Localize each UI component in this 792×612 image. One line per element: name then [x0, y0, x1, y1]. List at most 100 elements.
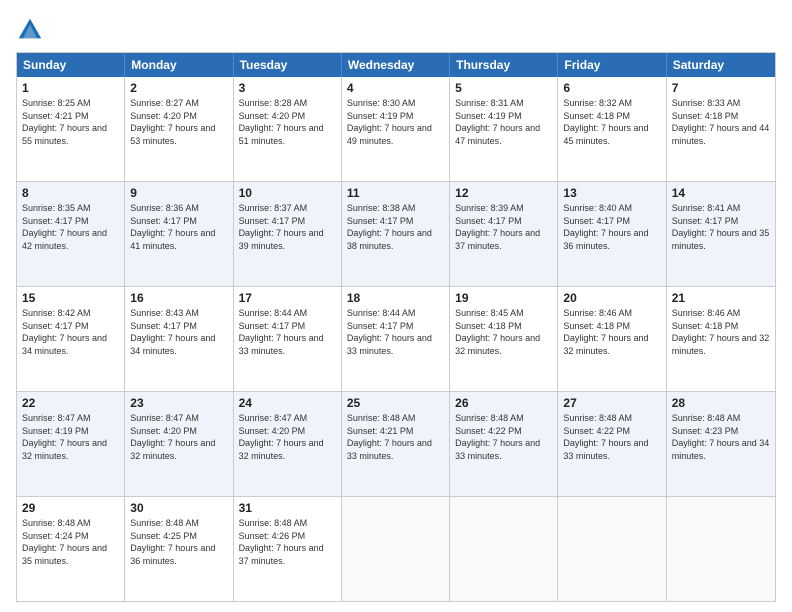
cell-details: Sunrise: 8:44 AMSunset: 4:17 PMDaylight:… — [347, 308, 432, 356]
calendar-cell: 11 Sunrise: 8:38 AMSunset: 4:17 PMDayligh… — [342, 182, 450, 286]
header — [16, 16, 776, 44]
day-number: 30 — [130, 501, 227, 515]
calendar-header: SundayMondayTuesdayWednesdayThursdayFrid… — [17, 53, 775, 77]
calendar-cell: 23 Sunrise: 8:47 AMSunset: 4:20 PMDayligh… — [125, 392, 233, 496]
day-number: 22 — [22, 396, 119, 410]
calendar-cell: 21 Sunrise: 8:46 AMSunset: 4:18 PMDayligh… — [667, 287, 775, 391]
weekday-header: Monday — [125, 53, 233, 77]
logo — [16, 16, 48, 44]
day-number: 1 — [22, 81, 119, 95]
logo-icon — [16, 16, 44, 44]
day-number: 19 — [455, 291, 552, 305]
day-number: 5 — [455, 81, 552, 95]
cell-details: Sunrise: 8:41 AMSunset: 4:17 PMDaylight:… — [672, 203, 770, 251]
day-number: 11 — [347, 186, 444, 200]
calendar-cell: 6Sunrise: 8:32 AMSunset: 4:18 PMDaylight… — [558, 77, 666, 181]
cell-details: Sunrise: 8:48 AMSunset: 4:24 PMDaylight:… — [22, 518, 107, 566]
calendar-row: 8 Sunrise: 8:35 AMSunset: 4:17 PMDaylight… — [17, 181, 775, 286]
calendar-cell: 28 Sunrise: 8:48 AMSunset: 4:23 PMDayligh… — [667, 392, 775, 496]
calendar-cell: 12Sunrise: 8:39 AMSunset: 4:17 PMDayligh… — [450, 182, 558, 286]
cell-details: Sunrise: 8:46 AMSunset: 4:18 PMDaylight:… — [672, 308, 770, 356]
calendar-cell: 31 Sunrise: 8:48 AMSunset: 4:26 PMDayligh… — [234, 497, 342, 601]
calendar-cell: 3Sunrise: 8:28 AMSunset: 4:20 PMDaylight… — [234, 77, 342, 181]
calendar-cell: 20 Sunrise: 8:46 AMSunset: 4:18 PMDayligh… — [558, 287, 666, 391]
cell-details: Sunrise: 8:43 AMSunset: 4:17 PMDaylight:… — [130, 308, 215, 356]
cell-details: Sunrise: 8:33 AMSunset: 4:18 PMDaylight:… — [672, 98, 770, 146]
calendar-cell: 29 Sunrise: 8:48 AMSunset: 4:24 PMDayligh… — [17, 497, 125, 601]
day-number: 21 — [672, 291, 770, 305]
calendar-cell: 7 Sunrise: 8:33 AMSunset: 4:18 PMDaylight… — [667, 77, 775, 181]
cell-details: Sunrise: 8:48 AMSunset: 4:26 PMDaylight:… — [239, 518, 324, 566]
cell-details: Sunrise: 8:48 AMSunset: 4:22 PMDaylight:… — [455, 413, 540, 461]
cell-details: Sunrise: 8:47 AMSunset: 4:19 PMDaylight:… — [22, 413, 107, 461]
cell-details: Sunrise: 8:32 AMSunset: 4:18 PMDaylight:… — [563, 98, 648, 146]
calendar-cell: 16Sunrise: 8:43 AMSunset: 4:17 PMDayligh… — [125, 287, 233, 391]
calendar-cell: 1Sunrise: 8:25 AMSunset: 4:21 PMDaylight… — [17, 77, 125, 181]
day-number: 17 — [239, 291, 336, 305]
day-number: 25 — [347, 396, 444, 410]
calendar-cell: 18 Sunrise: 8:44 AMSunset: 4:17 PMDayligh… — [342, 287, 450, 391]
day-number: 7 — [672, 81, 770, 95]
cell-details: Sunrise: 8:40 AMSunset: 4:17 PMDaylight:… — [563, 203, 648, 251]
calendar-cell: 2 Sunrise: 8:27 AMSunset: 4:20 PMDaylight… — [125, 77, 233, 181]
calendar-cell: 26 Sunrise: 8:48 AMSunset: 4:22 PMDayligh… — [450, 392, 558, 496]
cell-details: Sunrise: 8:46 AMSunset: 4:18 PMDaylight:… — [563, 308, 648, 356]
day-number: 23 — [130, 396, 227, 410]
day-number: 27 — [563, 396, 660, 410]
calendar-cell: 25 Sunrise: 8:48 AMSunset: 4:21 PMDayligh… — [342, 392, 450, 496]
cell-details: Sunrise: 8:47 AMSunset: 4:20 PMDaylight:… — [130, 413, 215, 461]
calendar-cell-empty — [450, 497, 558, 601]
weekday-header: Wednesday — [342, 53, 450, 77]
cell-details: Sunrise: 8:28 AMSunset: 4:20 PMDaylight:… — [239, 98, 324, 146]
calendar-cell-empty — [342, 497, 450, 601]
cell-details: Sunrise: 8:38 AMSunset: 4:17 PMDaylight:… — [347, 203, 432, 251]
calendar-body: 1Sunrise: 8:25 AMSunset: 4:21 PMDaylight… — [17, 77, 775, 601]
day-number: 28 — [672, 396, 770, 410]
calendar-cell: 15Sunrise: 8:42 AMSunset: 4:17 PMDayligh… — [17, 287, 125, 391]
cell-details: Sunrise: 8:39 AMSunset: 4:17 PMDaylight:… — [455, 203, 540, 251]
day-number: 29 — [22, 501, 119, 515]
cell-details: Sunrise: 8:31 AMSunset: 4:19 PMDaylight:… — [455, 98, 540, 146]
weekday-header: Tuesday — [234, 53, 342, 77]
day-number: 15 — [22, 291, 119, 305]
cell-details: Sunrise: 8:48 AMSunset: 4:22 PMDaylight:… — [563, 413, 648, 461]
day-number: 2 — [130, 81, 227, 95]
day-number: 20 — [563, 291, 660, 305]
cell-details: Sunrise: 8:37 AMSunset: 4:17 PMDaylight:… — [239, 203, 324, 251]
cell-details: Sunrise: 8:35 AMSunset: 4:17 PMDaylight:… — [22, 203, 107, 251]
day-number: 26 — [455, 396, 552, 410]
calendar-cell: 17 Sunrise: 8:44 AMSunset: 4:17 PMDayligh… — [234, 287, 342, 391]
cell-details: Sunrise: 8:36 AMSunset: 4:17 PMDaylight:… — [130, 203, 215, 251]
calendar-cell: 19Sunrise: 8:45 AMSunset: 4:18 PMDayligh… — [450, 287, 558, 391]
calendar-row: 22 Sunrise: 8:47 AMSunset: 4:19 PMDayligh… — [17, 391, 775, 496]
weekday-header: Friday — [558, 53, 666, 77]
weekday-header: Sunday — [17, 53, 125, 77]
day-number: 8 — [22, 186, 119, 200]
calendar-cell-empty — [558, 497, 666, 601]
calendar-cell: 8 Sunrise: 8:35 AMSunset: 4:17 PMDaylight… — [17, 182, 125, 286]
cell-details: Sunrise: 8:47 AMSunset: 4:20 PMDaylight:… — [239, 413, 324, 461]
weekday-header: Saturday — [667, 53, 775, 77]
day-number: 18 — [347, 291, 444, 305]
cell-details: Sunrise: 8:44 AMSunset: 4:17 PMDaylight:… — [239, 308, 324, 356]
calendar-cell-empty — [667, 497, 775, 601]
cell-details: Sunrise: 8:48 AMSunset: 4:25 PMDaylight:… — [130, 518, 215, 566]
day-number: 31 — [239, 501, 336, 515]
cell-details: Sunrise: 8:27 AMSunset: 4:20 PMDaylight:… — [130, 98, 215, 146]
calendar: SundayMondayTuesdayWednesdayThursdayFrid… — [16, 52, 776, 602]
day-number: 9 — [130, 186, 227, 200]
calendar-cell: 14 Sunrise: 8:41 AMSunset: 4:17 PMDayligh… — [667, 182, 775, 286]
cell-details: Sunrise: 8:48 AMSunset: 4:21 PMDaylight:… — [347, 413, 432, 461]
cell-details: Sunrise: 8:48 AMSunset: 4:23 PMDaylight:… — [672, 413, 770, 461]
day-number: 4 — [347, 81, 444, 95]
calendar-cell: 27 Sunrise: 8:48 AMSunset: 4:22 PMDayligh… — [558, 392, 666, 496]
calendar-cell: 9 Sunrise: 8:36 AMSunset: 4:17 PMDaylight… — [125, 182, 233, 286]
cell-details: Sunrise: 8:30 AMSunset: 4:19 PMDaylight:… — [347, 98, 432, 146]
calendar-row: 29 Sunrise: 8:48 AMSunset: 4:24 PMDayligh… — [17, 496, 775, 601]
calendar-cell: 22 Sunrise: 8:47 AMSunset: 4:19 PMDayligh… — [17, 392, 125, 496]
calendar-cell: 13Sunrise: 8:40 AMSunset: 4:17 PMDayligh… — [558, 182, 666, 286]
day-number: 14 — [672, 186, 770, 200]
calendar-row: 15Sunrise: 8:42 AMSunset: 4:17 PMDayligh… — [17, 286, 775, 391]
calendar-cell: 5 Sunrise: 8:31 AMSunset: 4:19 PMDaylight… — [450, 77, 558, 181]
weekday-header: Thursday — [450, 53, 558, 77]
